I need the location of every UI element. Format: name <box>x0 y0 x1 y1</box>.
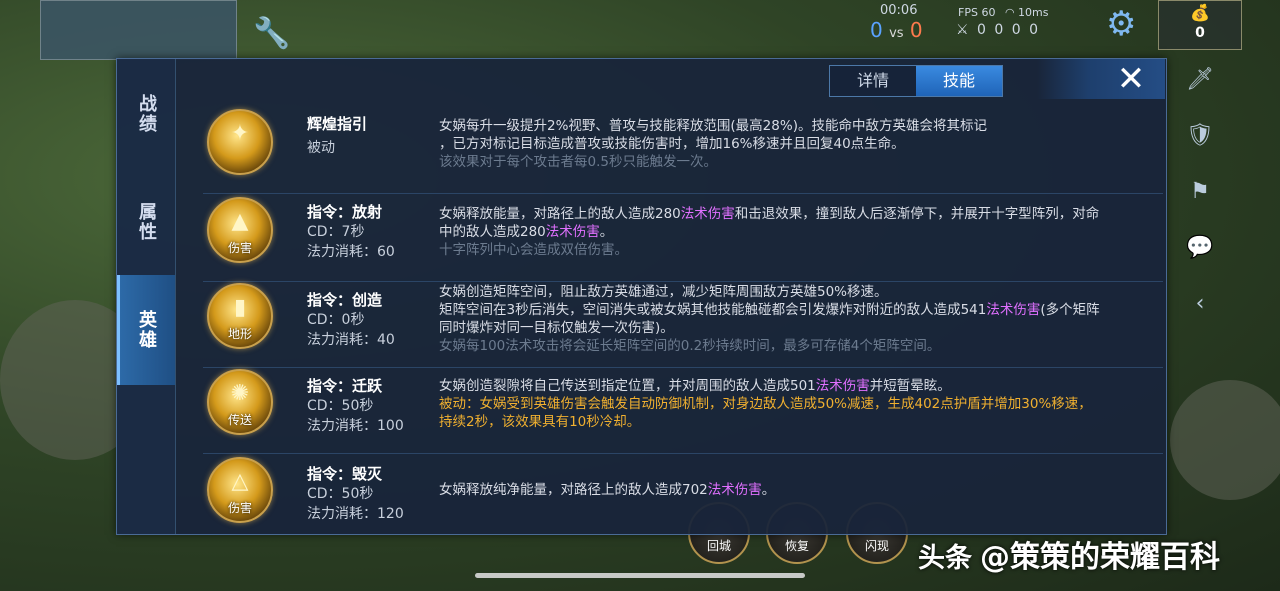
tab-attributes[interactable]: 属性 <box>117 167 175 277</box>
desc-line: 女娲每升一级提升2%视野、普攻与技能释放范围(最高28%)。技能命中敌方英雄会将… <box>439 118 987 134</box>
watermark: 头条 @策策的荣耀百科 <box>918 532 1220 576</box>
sword-icon: ⚔ <box>956 22 971 38</box>
skill-description: 女娲创造裂隙将自己传送到指定位置，并对周围的敌人造成501法术伤害并短暂晕眩。 … <box>439 377 1157 431</box>
desc-line: 女娲创造矩阵空间，阻止敌方英雄通过，减少矩阵周围敌方英雄50%移速。 <box>439 284 888 300</box>
skill-row: △ 伤害 指令：毁灭 CD：50秒 法力消耗：120 女娲释放纯净能量，对路径上的… <box>203 457 1163 541</box>
skill-description: 女娲释放能量，对路径上的敌人造成280法术伤害和击退效果，撞到敌人后逐渐停下，并… <box>439 205 1157 259</box>
skill-name: 指令：创造 <box>307 291 383 309</box>
skill-mana: 法力消耗：100 <box>307 418 404 434</box>
minimap[interactable] <box>40 0 237 60</box>
skill-description: 女娲每升一级提升2%视野、普攻与技能释放范围(最高28%)。技能命中敌方英雄会将… <box>439 117 1157 171</box>
skill-tag: 传送 <box>227 413 252 427</box>
skill-cd: CD：50秒 <box>307 398 374 414</box>
skill-description: 女娲释放纯净能量，对路径上的敌人造成702法术伤害。 <box>439 481 1157 499</box>
skill-cd: CD：50秒 <box>307 486 374 502</box>
wifi-icon: ◠ <box>1004 6 1015 19</box>
flag-icon[interactable]: ⚑ <box>1180 172 1220 212</box>
blue-score: 0 <box>870 18 883 42</box>
money-bag-icon: 💰 <box>1190 3 1210 22</box>
skill-mana: 法力消耗：60 <box>307 244 395 260</box>
tab-stats[interactable]: 战绩 <box>117 59 175 169</box>
tab-details[interactable]: 详情 <box>830 66 916 96</box>
desc-passive: 被动：女娲受到英雄伤害会触发自动防御机制，对身边敌人造成50%减速，生成402点… <box>439 396 1092 412</box>
close-icon: ✕ <box>1116 59 1146 99</box>
left-tab-bar: 战绩 属性 英雄 <box>117 59 176 534</box>
chat-icon[interactable]: 💬 <box>1180 228 1220 268</box>
desc-line: 女娲创造裂隙将自己传送到指定位置，并对周围的敌人造成501法术伤害并短暂晕眩。 <box>439 378 951 394</box>
side-action-bar: 🗡 🛡 ⚑ 💬 ‹ <box>1180 60 1220 340</box>
kda-stats: ⚔ 0 0 0 0 <box>956 22 1040 38</box>
close-button[interactable]: ✕ <box>1037 59 1165 99</box>
desc-line: 女娲释放纯净能量，对路径上的敌人造成702法术伤害。 <box>439 482 776 498</box>
desc-line: 同时爆炸对同一目标仅触发一次伤害)。 <box>439 320 674 336</box>
skill-name: 指令：毁灭 <box>307 465 383 483</box>
skill-row: ✺ 传送 指令：迁跃 CD：50秒 法力消耗：100 女娲创造裂隙将自己传送到指定… <box>203 369 1163 454</box>
team-score: 0 vs 0 <box>870 18 923 42</box>
desc-passive: 持续2秒，该效果具有10秒冷却。 <box>439 414 641 430</box>
skill-name: 辉煌指引 <box>307 115 368 133</box>
collapse-arrow-icon[interactable]: ‹ <box>1180 284 1220 324</box>
skill-mana: 法力消耗：40 <box>307 332 395 348</box>
skill-name: 指令：放射 <box>307 203 383 221</box>
desc-line: 女娲释放能量，对路径上的敌人造成280法术伤害和击退效果，撞到敌人后逐渐停下，并… <box>439 206 1100 222</box>
tab-hero[interactable]: 英雄 <box>117 275 175 385</box>
skill-row: ✦ 辉煌指引 被动 女娲每升一级提升2%视野、普攻与技能释放范围(最高28%)。… <box>203 109 1163 194</box>
gold-display[interactable]: 💰 0 <box>1158 0 1242 50</box>
hero-skill-panel: 战绩 属性 英雄 详情 技能 ✕ ✦ 辉煌指引 被动 女娲每升一级提升2%视野、… <box>116 58 1167 535</box>
watermark-text: @策策的荣耀百科 <box>980 540 1220 575</box>
skill-cd: CD：7秒 <box>307 224 365 240</box>
match-timer: 00:06 <box>880 3 918 18</box>
skill-row: ▲ 伤害 指令：放射 CD：7秒 法力消耗：60 女娲释放能量，对路径上的敌人造成… <box>203 197 1163 282</box>
gold-value: 0 <box>1195 25 1205 41</box>
skill-type: 被动 <box>307 140 335 156</box>
skill-tag: 伤害 <box>227 501 252 515</box>
kda-values: 0 0 0 0 <box>977 22 1040 38</box>
skill-teleport-icon: ✺ 传送 <box>207 369 273 435</box>
watermark-prefix: 头条 <box>918 543 972 574</box>
skill-passive-icon: ✦ <box>207 109 273 175</box>
desc-line: ，已方对标记目标造成普攻或技能伤害时，增加16%移速并且回复40点生命。 <box>439 136 905 152</box>
skill-radiate-icon: ▲ 伤害 <box>207 197 273 263</box>
skill-tag: 地形 <box>227 327 252 341</box>
fps-readout: FPS 60 ◠ 10ms <box>958 6 1049 19</box>
ping-label: 10ms <box>1018 6 1049 19</box>
desc-line: 矩阵空间在3秒后消失，空间消失或被女娲其他技能触碰都会引发爆炸对附近的敌人造成5… <box>439 302 1100 318</box>
settings-gear-icon[interactable]: ⚙ <box>1106 4 1136 44</box>
background-rock <box>1170 380 1280 500</box>
desc-extra: 该效果对于每个攻击者每0.5秒只能触发一次。 <box>439 154 717 170</box>
skill-destroy-icon: △ 伤害 <box>207 457 273 523</box>
wrench-icon[interactable]: 🔧 <box>252 14 292 54</box>
home-indicator[interactable] <box>475 573 805 578</box>
skill-description: 女娲创造矩阵空间，阻止敌方英雄通过，减少矩阵周围敌方英雄50%移速。 矩阵空间在… <box>439 283 1157 355</box>
attack-sword-icon[interactable]: 🗡 <box>1180 60 1220 100</box>
skill-row: ▮ 地形 指令：创造 CD：0秒 法力消耗：40 女娲创造矩阵空间，阻止敌方英雄通… <box>203 283 1163 368</box>
skill-create-icon: ▮ 地形 <box>207 283 273 349</box>
desc-extra: 女娲每100法术攻击将会延长矩阵空间的0.2秒持续时间，最多可存储4个矩阵空间。 <box>439 338 941 354</box>
vs-label: vs <box>889 26 904 41</box>
fps-label: FPS 60 <box>958 6 996 19</box>
shield-icon[interactable]: 🛡 <box>1180 116 1220 156</box>
skill-tag: 伤害 <box>227 241 252 255</box>
skill-name: 指令：迁跃 <box>307 377 383 395</box>
red-score: 0 <box>909 18 923 42</box>
top-tab-bar: 详情 技能 <box>829 65 1003 97</box>
desc-extra: 十字阵列中心会造成双倍伤害。 <box>439 242 628 258</box>
skill-cd: CD：0秒 <box>307 312 365 328</box>
tab-skills[interactable]: 技能 <box>916 66 1002 96</box>
desc-line: 中的敌人造成280法术伤害。 <box>439 224 614 240</box>
skill-mana: 法力消耗：120 <box>307 506 404 522</box>
